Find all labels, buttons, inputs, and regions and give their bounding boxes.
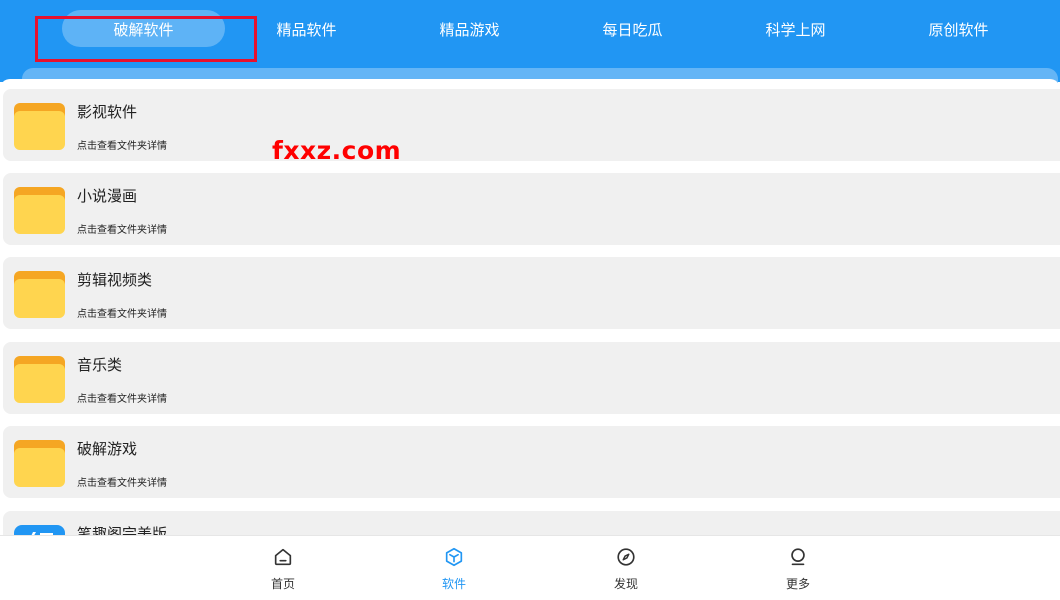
- bottom-navigation: 首页 软件 发现 更多: [0, 535, 1060, 600]
- nav-label: 发现: [613, 577, 638, 591]
- folder-icon: [14, 356, 65, 403]
- app-title: 笔趣阁完美版: [77, 525, 168, 535]
- tab-label: 精品软件: [276, 20, 337, 39]
- folder-list: 影视软件 点击查看文件夹详情 小说漫画 点击查看文件夹详情 剪辑视频类 点击查看…: [0, 79, 1060, 535]
- nav-discover[interactable]: 发现: [596, 546, 656, 596]
- folder-icon: [14, 103, 65, 150]
- folder-card-video-editing[interactable]: 剪辑视频类 点击查看文件夹详情: [3, 257, 1060, 329]
- tab-label: 精品游戏: [439, 20, 500, 39]
- folder-card-cracked-games[interactable]: 破解游戏 点击查看文件夹详情: [3, 426, 1060, 498]
- highlight-annotation-box: [35, 16, 257, 62]
- folder-subtitle: 点击查看文件夹详情: [77, 141, 167, 152]
- folder-subtitle: 点击查看文件夹详情: [77, 478, 167, 489]
- nav-label: 首页: [270, 577, 295, 591]
- folder-subtitle: 点击查看文件夹详情: [77, 225, 167, 236]
- folder-icon: [14, 440, 65, 487]
- tab-premium-games[interactable]: 精品游戏: [388, 10, 551, 48]
- folder-subtitle: 点击查看文件夹详情: [77, 309, 167, 320]
- nav-label: 更多: [785, 577, 810, 591]
- folder-title: 破解游戏: [77, 440, 138, 458]
- folder-icon: [14, 187, 65, 234]
- nav-label: 软件: [441, 577, 466, 591]
- nav-software[interactable]: 软件: [424, 546, 484, 596]
- tab-vpn[interactable]: 科学上网: [714, 10, 877, 48]
- compass-icon: [617, 548, 635, 566]
- folder-card-video[interactable]: 影视软件 点击查看文件夹详情: [3, 89, 1060, 161]
- folder-card-music[interactable]: 音乐类 点击查看文件夹详情: [3, 342, 1060, 414]
- folder-title: 小说漫画: [77, 187, 138, 205]
- folder-title: 影视软件: [77, 103, 138, 121]
- nav-home[interactable]: 首页: [253, 546, 313, 596]
- cube-icon: [445, 547, 463, 567]
- watermark-text: fxxz.com: [272, 136, 402, 165]
- folder-subtitle: 点击查看文件夹详情: [77, 394, 167, 405]
- folder-title: 音乐类: [77, 356, 123, 374]
- folder-icon: [14, 271, 65, 318]
- tab-label: 科学上网: [765, 20, 826, 39]
- tab-label: 原创软件: [928, 20, 989, 39]
- home-icon: [274, 548, 292, 566]
- app-icon: [14, 525, 65, 535]
- nav-more[interactable]: 更多: [768, 546, 828, 596]
- tab-original-software[interactable]: 原创软件: [877, 10, 1040, 48]
- user-icon: [791, 548, 805, 566]
- app-card-biquge[interactable]: 笔趣阁完美版: [3, 511, 1060, 535]
- folder-card-novels[interactable]: 小说漫画 点击查看文件夹详情: [3, 173, 1060, 245]
- folder-title: 剪辑视频类: [77, 271, 153, 289]
- tab-daily-gossip[interactable]: 每日吃瓜: [551, 10, 714, 48]
- tab-label: 每日吃瓜: [602, 20, 663, 39]
